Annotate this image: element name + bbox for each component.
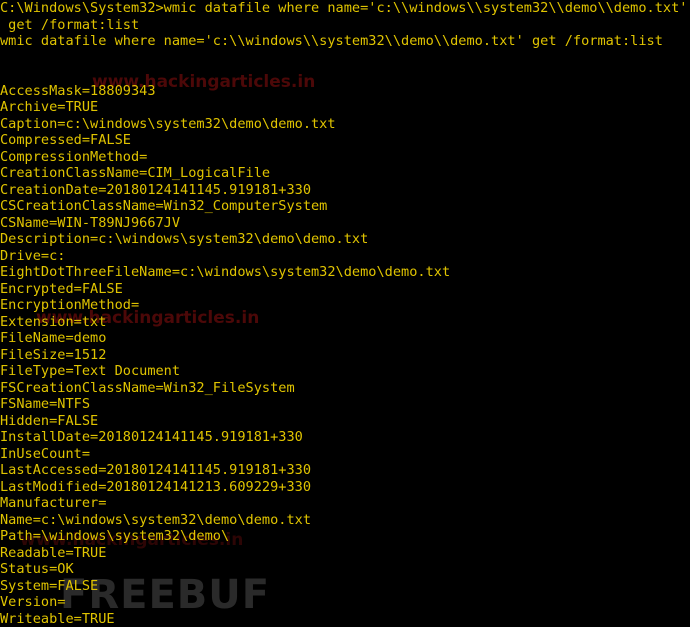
terminal-output[interactable]: C:\Windows\System32>wmic datafile where … [0,0,690,625]
command-line: wmic datafile where name='c:\\windows\\s… [0,33,690,50]
output-line: Caption=c:\windows\system32\demo\demo.tx… [0,116,690,133]
output-line: FSName=NTFS [0,396,690,413]
output-line: Version= [0,594,690,611]
output-line: Name=c:\windows\system32\demo\demo.txt [0,512,690,529]
output-line: Archive=TRUE [0,99,690,116]
output-line: CSName=WIN-T89NJ9667JV [0,215,690,232]
output-line: Compressed=FALSE [0,132,690,149]
output-line: Encrypted=FALSE [0,281,690,298]
output-line: EncryptionMethod= [0,297,690,314]
output-line: Extension=txt [0,314,690,331]
output-line: FileType=Text Document [0,363,690,380]
output-line [0,50,690,67]
output-line: CSCreationClassName=Win32_ComputerSystem [0,198,690,215]
output-line: Manufacturer= [0,495,690,512]
output-line: FileSize=1512 [0,347,690,364]
output-line: FileName=demo [0,330,690,347]
output-line: InstallDate=20180124141145.919181+330 [0,429,690,446]
output-line: Readable=TRUE [0,545,690,562]
command-line: get /format:list [0,17,690,34]
output-line: Status=OK [0,561,690,578]
output-line: AccessMask=18809343 [0,83,690,100]
output-line [0,66,690,83]
output-line: EightDotThreeFileName=c:\windows\system3… [0,264,690,281]
output-line: CreationDate=20180124141145.919181+330 [0,182,690,199]
output-line: CompressionMethod= [0,149,690,166]
output-line: InUseCount= [0,446,690,463]
output-line: Description=c:\windows\system32\demo\dem… [0,231,690,248]
output-line: FSCreationClassName=Win32_FileSystem [0,380,690,397]
output-line: LastModified=20180124141213.609229+330 [0,479,690,496]
output-line: Hidden=FALSE [0,413,690,430]
output-line: LastAccessed=20180124141145.919181+330 [0,462,690,479]
command-line: C:\Windows\System32>wmic datafile where … [0,0,690,17]
output-line: CreationClassName=CIM_LogicalFile [0,165,690,182]
output-line: Drive=c: [0,248,690,265]
output-line: Path=\windows\system32\demo\ [0,528,690,545]
output-line: System=FALSE [0,578,690,595]
